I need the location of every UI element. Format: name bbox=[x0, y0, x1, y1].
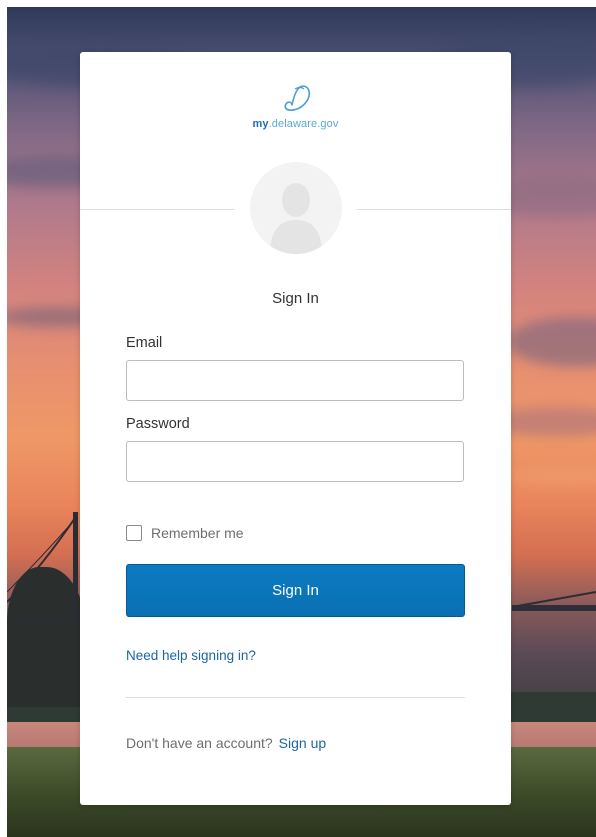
remember-me-checkbox[interactable] bbox=[126, 525, 142, 541]
header-divider-left bbox=[80, 209, 234, 210]
site-logo: my.delaware.gov bbox=[80, 82, 511, 132]
password-label: Password bbox=[126, 416, 190, 432]
email-field[interactable] bbox=[126, 360, 464, 401]
footer-divider bbox=[126, 697, 465, 698]
logo-wordmark: my.delaware.gov bbox=[253, 118, 339, 130]
email-label: Email bbox=[126, 335, 163, 351]
need-help-link[interactable]: Need help signing in? bbox=[126, 648, 256, 663]
remember-me-row[interactable]: Remember me bbox=[126, 525, 244, 541]
signup-row: Don't have an account? Sign up bbox=[126, 735, 326, 751]
sign-up-link[interactable]: Sign up bbox=[279, 735, 326, 751]
delaware-d-logo-icon bbox=[283, 85, 310, 111]
password-field[interactable] bbox=[126, 441, 464, 482]
logo-wordmark-prefix: my bbox=[252, 118, 269, 130]
form-title: Sign In bbox=[272, 290, 319, 307]
no-account-text: Don't have an account? bbox=[126, 735, 273, 751]
login-card: my.delaware.gov Sign In Email Password R… bbox=[80, 52, 511, 805]
remember-me-label[interactable]: Remember me bbox=[151, 525, 244, 541]
sign-in-button[interactable]: Sign In bbox=[126, 564, 465, 617]
user-silhouette-icon bbox=[270, 183, 322, 254]
user-avatar bbox=[250, 162, 342, 254]
logo-wordmark-suffix: .delaware.gov bbox=[268, 118, 339, 130]
header-divider-right bbox=[357, 209, 511, 210]
